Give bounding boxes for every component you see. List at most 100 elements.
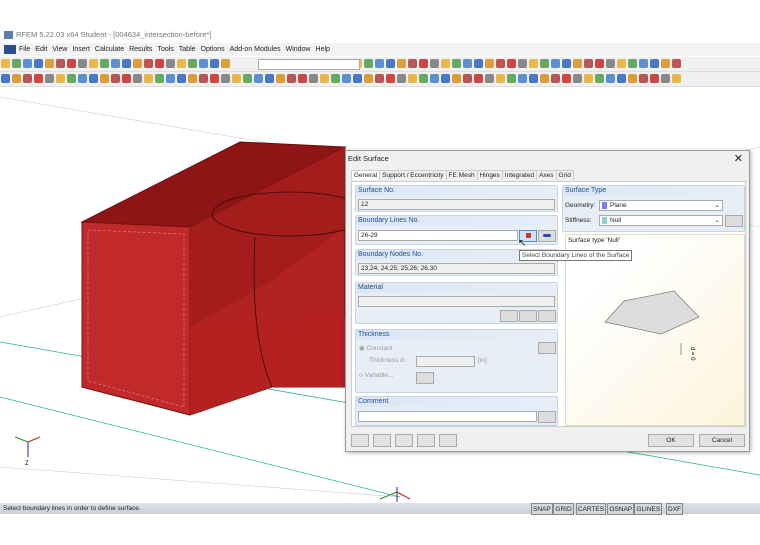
toolbar-button-icon[interactable]	[595, 59, 604, 68]
toolbar-button-icon[interactable]	[254, 74, 263, 83]
toolbar-button-icon[interactable]	[188, 59, 197, 68]
edit-material-button[interactable]	[538, 310, 556, 322]
constant-radio[interactable]: ◉ Constant	[359, 344, 393, 352]
status-glines-button[interactable]: GLINES	[634, 503, 663, 515]
toolbar-button-icon[interactable]	[34, 59, 43, 68]
toolbar-button-icon[interactable]	[12, 74, 21, 83]
toolbar-button-icon[interactable]	[518, 74, 527, 83]
menu-insert[interactable]: Insert	[72, 46, 90, 53]
tab-axes[interactable]: Axes	[536, 170, 557, 180]
toolbar-button-icon[interactable]	[430, 74, 439, 83]
toolbar-button-icon[interactable]	[474, 74, 483, 83]
toolbar-button-icon[interactable]	[650, 59, 659, 68]
toolbar-button-icon[interactable]	[122, 74, 131, 83]
menu-results[interactable]: Results	[129, 46, 152, 53]
toolbar-button-icon[interactable]	[496, 74, 505, 83]
cancel-button[interactable]: Cancel	[699, 434, 745, 447]
toolbar-button-icon[interactable]	[45, 74, 54, 83]
toolbar-button-icon[interactable]	[111, 74, 120, 83]
toolbar-button-icon[interactable]	[595, 74, 604, 83]
close-icon[interactable]: ✕	[734, 152, 743, 165]
status-dxf-button[interactable]: DXF	[666, 503, 683, 515]
tab-general[interactable]: General	[351, 170, 381, 180]
ok-button[interactable]: OK	[648, 434, 694, 447]
toolbar-button-icon[interactable]	[606, 59, 615, 68]
toolbar-button-icon[interactable]	[210, 59, 219, 68]
toolbar-button-icon[interactable]	[353, 74, 362, 83]
toolbar-button-icon[interactable]	[45, 59, 54, 68]
edit-button[interactable]	[373, 434, 391, 447]
toolbar-button-icon[interactable]	[408, 74, 417, 83]
toolbar-button-icon[interactable]	[507, 59, 516, 68]
thickness-d-input[interactable]	[416, 356, 475, 367]
menu-calculate[interactable]: Calculate	[95, 46, 124, 53]
toolbar-button-icon[interactable]	[474, 59, 483, 68]
status-osnap-button[interactable]: OSNAP	[607, 503, 635, 515]
toolbar-button-icon[interactable]	[34, 74, 43, 83]
comment-input[interactable]	[358, 411, 537, 422]
toolbar-button-icon[interactable]	[452, 74, 461, 83]
material-select[interactable]	[358, 296, 555, 307]
toolbar-button-icon[interactable]	[67, 74, 76, 83]
reverse-lines-button[interactable]	[538, 230, 556, 242]
toolbar-button-icon[interactable]	[441, 59, 450, 68]
toolbar-button-icon[interactable]	[540, 59, 549, 68]
toolbar-button-icon[interactable]	[529, 59, 538, 68]
toolbar-button-icon[interactable]	[155, 59, 164, 68]
toolbar-button-icon[interactable]	[287, 74, 296, 83]
red-box[interactable]	[80, 141, 369, 416]
toolbar-button-icon[interactable]	[672, 59, 681, 68]
toolbar-button-icon[interactable]	[166, 59, 175, 68]
geometry-select[interactable]: Plane ⌄	[599, 200, 723, 211]
toolbar-button-icon[interactable]	[397, 74, 406, 83]
toolbar-button-icon[interactable]	[386, 74, 395, 83]
toolbar-button-icon[interactable]	[199, 74, 208, 83]
tab-fe-mesh[interactable]: FE Mesh	[445, 170, 478, 180]
toolbar-button-icon[interactable]	[12, 59, 21, 68]
toolbar-button-icon[interactable]	[265, 74, 274, 83]
toolbar-button-icon[interactable]	[276, 74, 285, 83]
toolbar-button-icon[interactable]	[1, 59, 10, 68]
toolbar-button-icon[interactable]	[221, 74, 230, 83]
toolbar-button-icon[interactable]	[23, 74, 32, 83]
status-grid-button[interactable]: GRID	[553, 503, 574, 515]
toolbar-button-icon[interactable]	[386, 59, 395, 68]
toolbar-button-icon[interactable]	[463, 59, 472, 68]
toolbar-button-icon[interactable]	[111, 59, 120, 68]
menu-file[interactable]: File	[19, 46, 30, 53]
toolbar-button-icon[interactable]	[56, 59, 65, 68]
toolbar-button-icon[interactable]	[221, 59, 230, 68]
stiffness-edit-button[interactable]	[725, 215, 743, 227]
toolbar-button-icon[interactable]	[408, 59, 417, 68]
toolbar-button-icon[interactable]	[342, 74, 351, 83]
toolbar-button-icon[interactable]	[650, 74, 659, 83]
variable-radio[interactable]: ○ Variable...	[359, 372, 394, 379]
stiffness-select[interactable]: Null ⌄	[599, 215, 723, 226]
toolbar-button-icon[interactable]	[188, 74, 197, 83]
surface-no-field[interactable]: 12	[358, 199, 555, 210]
toolbar-button-icon[interactable]	[375, 74, 384, 83]
menu-add-on-modules[interactable]: Add-on Modules	[230, 46, 281, 53]
toolbar-button-icon[interactable]	[210, 74, 219, 83]
toolbar-button-icon[interactable]	[661, 74, 670, 83]
toolbar-button-icon[interactable]	[144, 59, 153, 68]
toolbar-button-icon[interactable]	[551, 74, 560, 83]
toolbar-button-icon[interactable]	[375, 59, 384, 68]
menu-tools[interactable]: Tools	[157, 46, 173, 53]
toolbar-button-icon[interactable]	[144, 74, 153, 83]
view-button[interactable]	[417, 434, 435, 447]
toolbar-button-icon[interactable]	[56, 74, 65, 83]
toolbar-button-icon[interactable]	[496, 59, 505, 68]
toolbar-button-icon[interactable]	[100, 74, 109, 83]
toolbar-button-icon[interactable]	[397, 59, 406, 68]
toolbar-button-icon[interactable]	[100, 59, 109, 68]
tab-integrated[interactable]: Integrated	[501, 170, 538, 180]
toolbar-button-icon[interactable]	[463, 74, 472, 83]
toolbar-button-icon[interactable]	[331, 74, 340, 83]
toolbar-button-icon[interactable]	[639, 59, 648, 68]
toolbar-button-icon[interactable]	[1, 74, 10, 83]
toolbar-button-icon[interactable]	[584, 74, 593, 83]
select-button[interactable]	[439, 434, 457, 447]
toolbar-button-icon[interactable]	[122, 59, 131, 68]
status-cartes-button[interactable]: CARTES	[575, 503, 607, 515]
